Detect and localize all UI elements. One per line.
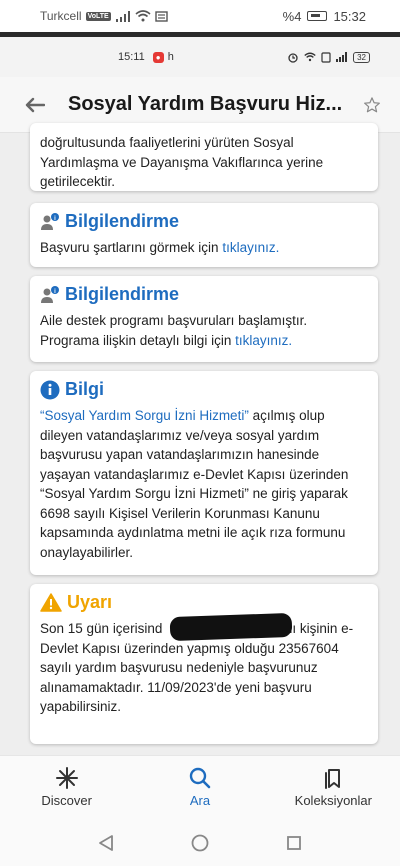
bilgi-card: Bilgi “Sosyal Yardım Sorgu İzni Hizmeti”… xyxy=(30,371,378,575)
warning-line-5: yapabilirsiniz. xyxy=(40,699,122,714)
bilgi-line-8: onaylayabilirler. xyxy=(40,544,134,560)
info-card-2-link[interactable]: tıklayınız. xyxy=(235,333,292,348)
bottom-nav: Discover Ara Koleksiyonlar xyxy=(0,755,400,819)
carrier-label: Turkcell xyxy=(40,9,82,23)
system-nav-bar xyxy=(0,819,400,866)
wifi-icon xyxy=(135,10,151,22)
warning-line-1-start: Son 15 gün içerisind xyxy=(40,621,163,636)
bilgi-line-7: kapsamında aydınlatma metni ile açık rız… xyxy=(40,525,346,540)
search-icon xyxy=(189,767,211,789)
battery-icon xyxy=(307,11,328,21)
info-card-2: i Bilgilendirme Aile destek programı baş… xyxy=(30,276,378,362)
nav-discover[interactable]: Discover xyxy=(0,756,133,819)
inner-signal-icon xyxy=(336,52,348,62)
page-title: Sosyal Yardım Başvuru Hiz... xyxy=(68,93,343,115)
person-info-icon: i xyxy=(41,212,59,230)
warning-line-3: sayılı yardım başvurusu nedeniyle başvur… xyxy=(40,660,318,675)
inner-clock: 15:11 xyxy=(118,51,145,63)
nav-ara-label: Ara xyxy=(189,793,211,808)
nav-discover-label: Discover xyxy=(41,793,92,808)
outer-status-bar: Turkcell VoLTE %4 15:32 xyxy=(0,0,400,32)
warning-line-4: alınamamaktadır. 11/09/2023'de yeni başv… xyxy=(40,679,312,695)
info-card-1: i Bilgilendirme Başvuru şartlarını görme… xyxy=(30,203,378,267)
warning-line-2: Devlet Kapısı üzerinden yapmış olduğu 23… xyxy=(40,640,339,656)
intro-line-3: getirilecektir. xyxy=(40,174,116,189)
inner-status-bar: 15:11 ● h 32 xyxy=(0,37,400,77)
bilgi-line-3: başvurusu yapan vatandaşlarımızın hanesi… xyxy=(40,447,320,462)
inner-notif-label: h xyxy=(167,51,174,63)
back-triangle-icon[interactable] xyxy=(98,834,114,852)
intro-line-2: Yardımlaşma ve Dayanışma Vakıflarınca ye… xyxy=(40,154,324,170)
info-card-1-header: i Bilgilendirme xyxy=(40,211,368,232)
nav-koleksiyonlar[interactable]: Koleksiyonlar xyxy=(267,756,400,819)
warning-card-title: Uyarı xyxy=(67,592,113,612)
info-card-1-title: Bilgilendirme xyxy=(65,211,180,231)
redaction-scribble xyxy=(169,612,293,642)
bilgi-line-1: açılmış olup xyxy=(248,408,325,423)
collections-icon xyxy=(325,769,341,789)
warning-card: Uyarı Son 15 gün içerisind adlı kişinin e… xyxy=(30,584,378,744)
info-card-2-line-2: Programa ilişkin detaylı bilgi için xyxy=(40,332,236,348)
info-card-1-text: Başvuru şartlarını görmek için xyxy=(40,240,223,255)
warning-icon xyxy=(40,593,62,612)
inner-sim-icon xyxy=(321,51,331,63)
message-icon xyxy=(155,10,168,22)
bilgi-card-header: Bilgi xyxy=(40,379,368,400)
bilgi-line-5: “Sosyal Yardım Sorgu İzni Hizmeti” ne gi… xyxy=(40,486,348,501)
intro-line-1: doğrultusunda faaliyetlerini yürüten Sos… xyxy=(40,135,294,150)
signal-icon xyxy=(115,10,130,22)
favorite-button[interactable] xyxy=(358,91,386,119)
volte-badge: VoLTE xyxy=(85,11,111,21)
discover-icon xyxy=(55,767,78,789)
info-card-2-header: i Bilgilendirme xyxy=(40,284,368,305)
bilgi-line-4: yaşayan vatandaşlarımız e-Devlet Kapısı … xyxy=(40,466,349,482)
alarm-icon xyxy=(288,52,298,63)
inner-wifi-icon xyxy=(304,52,316,62)
home-circle-icon[interactable] xyxy=(191,834,209,852)
bilgi-card-title: Bilgi xyxy=(65,379,104,399)
inner-screen: 15:11 ● h 32 Sosyal Yardım Başvuru Hiz..… xyxy=(0,37,400,755)
recents-square-icon[interactable] xyxy=(286,835,302,851)
battery-percent: %4 xyxy=(282,8,302,24)
bilgi-line-1-row: “Sosyal Yardım Sorgu İzni Hizmeti” açılm… xyxy=(40,406,368,426)
info-card-1-link[interactable]: tıklayınız. xyxy=(222,240,279,255)
info-card-1-text-row: Başvuru şartlarını görmek için tıklayını… xyxy=(40,238,368,258)
nav-koleksiyonlar-label: Koleksiyonlar xyxy=(294,793,372,808)
info-icon xyxy=(40,380,60,399)
info-card-2-line-1: Aile destek programı başvuruları başlamı… xyxy=(40,313,308,328)
info-card-2-line-2-row: Programa ilişkin detaylı bilgi için tıkl… xyxy=(40,331,368,351)
bilgi-line-6: 6698 sayılı Kişisel Verilerin Korunması … xyxy=(40,505,320,521)
inner-battery: 32 xyxy=(353,51,370,63)
back-button[interactable] xyxy=(22,92,48,118)
notification-icon: ● xyxy=(152,51,164,63)
warning-line-1-row: Son 15 gün içerisind adlı kişinin e- xyxy=(40,612,368,642)
bilgi-line-2: dileyen vatandaşlarımız ve/veya sosyal y… xyxy=(40,427,320,443)
info-card-2-title: Bilgilendirme xyxy=(65,284,180,304)
warning-card-header: Uyarı xyxy=(40,592,368,613)
back-arrow-icon xyxy=(25,97,45,112)
intro-card: doğrultusunda faaliyetlerini yürüten Sos… xyxy=(30,123,378,191)
nav-ara[interactable]: Ara xyxy=(133,756,266,819)
clock: 15:32 xyxy=(333,8,366,24)
star-icon xyxy=(364,96,380,112)
bilgi-service-link[interactable]: “Sosyal Yardım Sorgu İzni Hizmeti” xyxy=(40,408,249,423)
person-info-icon: i xyxy=(41,285,59,303)
